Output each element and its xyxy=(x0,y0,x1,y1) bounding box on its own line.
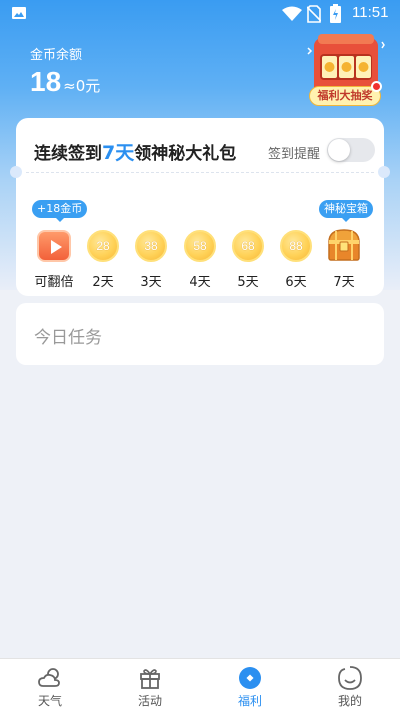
lottery-label[interactable]: 福利大抽奖 xyxy=(309,86,381,106)
today-tasks-title: 今日任务 xyxy=(34,328,102,348)
signin-card: 连续签到7天领神秘大礼包 签到提醒 +18金币 可翻倍 28 2天 38 3天 … xyxy=(10,118,390,296)
signin-title: 连续签到7天领神秘大礼包 xyxy=(34,138,236,165)
coin-balance-label: 金币余额 xyxy=(30,48,83,63)
coin-count: 18 xyxy=(30,66,62,97)
tab-weather[interactable]: 天气 xyxy=(0,659,100,711)
no-sim-icon xyxy=(307,5,321,23)
signin-title-prefix: 连续签到 xyxy=(34,144,102,164)
tab-activity[interactable]: 活动 xyxy=(100,659,200,711)
toggle-knob xyxy=(328,139,350,161)
battery-charging-icon xyxy=(330,4,341,23)
signin-day-7[interactable]: 神秘宝箱 7天 xyxy=(319,178,373,290)
day-label: 3天 xyxy=(140,275,162,290)
welfare-icon xyxy=(239,667,261,689)
status-time: 11:51 xyxy=(352,4,389,21)
notification-dot xyxy=(371,81,382,92)
treasure-chest-icon xyxy=(328,229,360,261)
card-notch-right xyxy=(378,166,390,178)
day-label: 5天 xyxy=(237,275,259,290)
mystery-box-bubble: 神秘宝箱 xyxy=(319,200,373,222)
tab-label: 福利 xyxy=(237,694,262,708)
coin-balance[interactable]: 18 ≈0元 xyxy=(30,66,100,98)
status-bar: 11:51 xyxy=(0,0,400,28)
dashed-divider xyxy=(26,172,374,173)
signin-day-6[interactable]: 88 6天 xyxy=(272,178,320,290)
tab-welfare[interactable]: 福利 xyxy=(200,659,300,711)
signin-day-2[interactable]: 28 2天 xyxy=(79,178,127,290)
signin-day-5[interactable]: 68 5天 xyxy=(224,178,272,290)
coin-icon: 68 xyxy=(232,230,264,262)
tab-label: 我的 xyxy=(337,694,362,708)
signin-title-highlight: 7天 xyxy=(102,142,135,164)
day-label: 可翻倍 xyxy=(34,275,74,290)
weather-icon xyxy=(38,668,60,687)
video-play-icon xyxy=(37,230,71,262)
day-label: 7天 xyxy=(333,275,355,290)
coin-icon: 38 xyxy=(135,230,167,262)
bottom-tab-bar: 天气 活动 福利 我的 xyxy=(0,658,400,711)
signin-title-suffix: 领神秘大礼包 xyxy=(134,144,237,164)
card-notch-left xyxy=(10,166,22,178)
tab-label: 活动 xyxy=(137,694,162,708)
signin-day-4[interactable]: 58 4天 xyxy=(176,178,224,290)
day-label: 4天 xyxy=(189,275,211,290)
day-label: 6天 xyxy=(285,275,307,290)
signin-days: +18金币 可翻倍 28 2天 38 3天 58 4天 68 5天 88 6天 … xyxy=(16,178,384,290)
cash-equivalent: ≈0元 xyxy=(63,77,101,95)
image-notification-icon xyxy=(12,7,26,19)
tab-profile[interactable]: 我的 xyxy=(300,659,400,711)
wifi-icon xyxy=(282,6,302,21)
signin-day-1[interactable]: +18金币 可翻倍 xyxy=(30,178,88,290)
coin-icon: 28 xyxy=(87,230,119,262)
profile-icon xyxy=(338,666,362,690)
coin-icon: 88 xyxy=(280,230,312,262)
today-tasks-card: 今日任务 xyxy=(16,303,384,365)
tab-label: 天气 xyxy=(37,694,62,708)
signin-remind-toggle[interactable] xyxy=(327,138,375,162)
coin-icon: 58 xyxy=(184,230,216,262)
gift-icon xyxy=(140,669,160,689)
day-label: 2天 xyxy=(92,275,114,290)
signin-remind-label: 签到提醒 xyxy=(268,147,321,162)
signin-day-3[interactable]: 38 3天 xyxy=(127,178,175,290)
